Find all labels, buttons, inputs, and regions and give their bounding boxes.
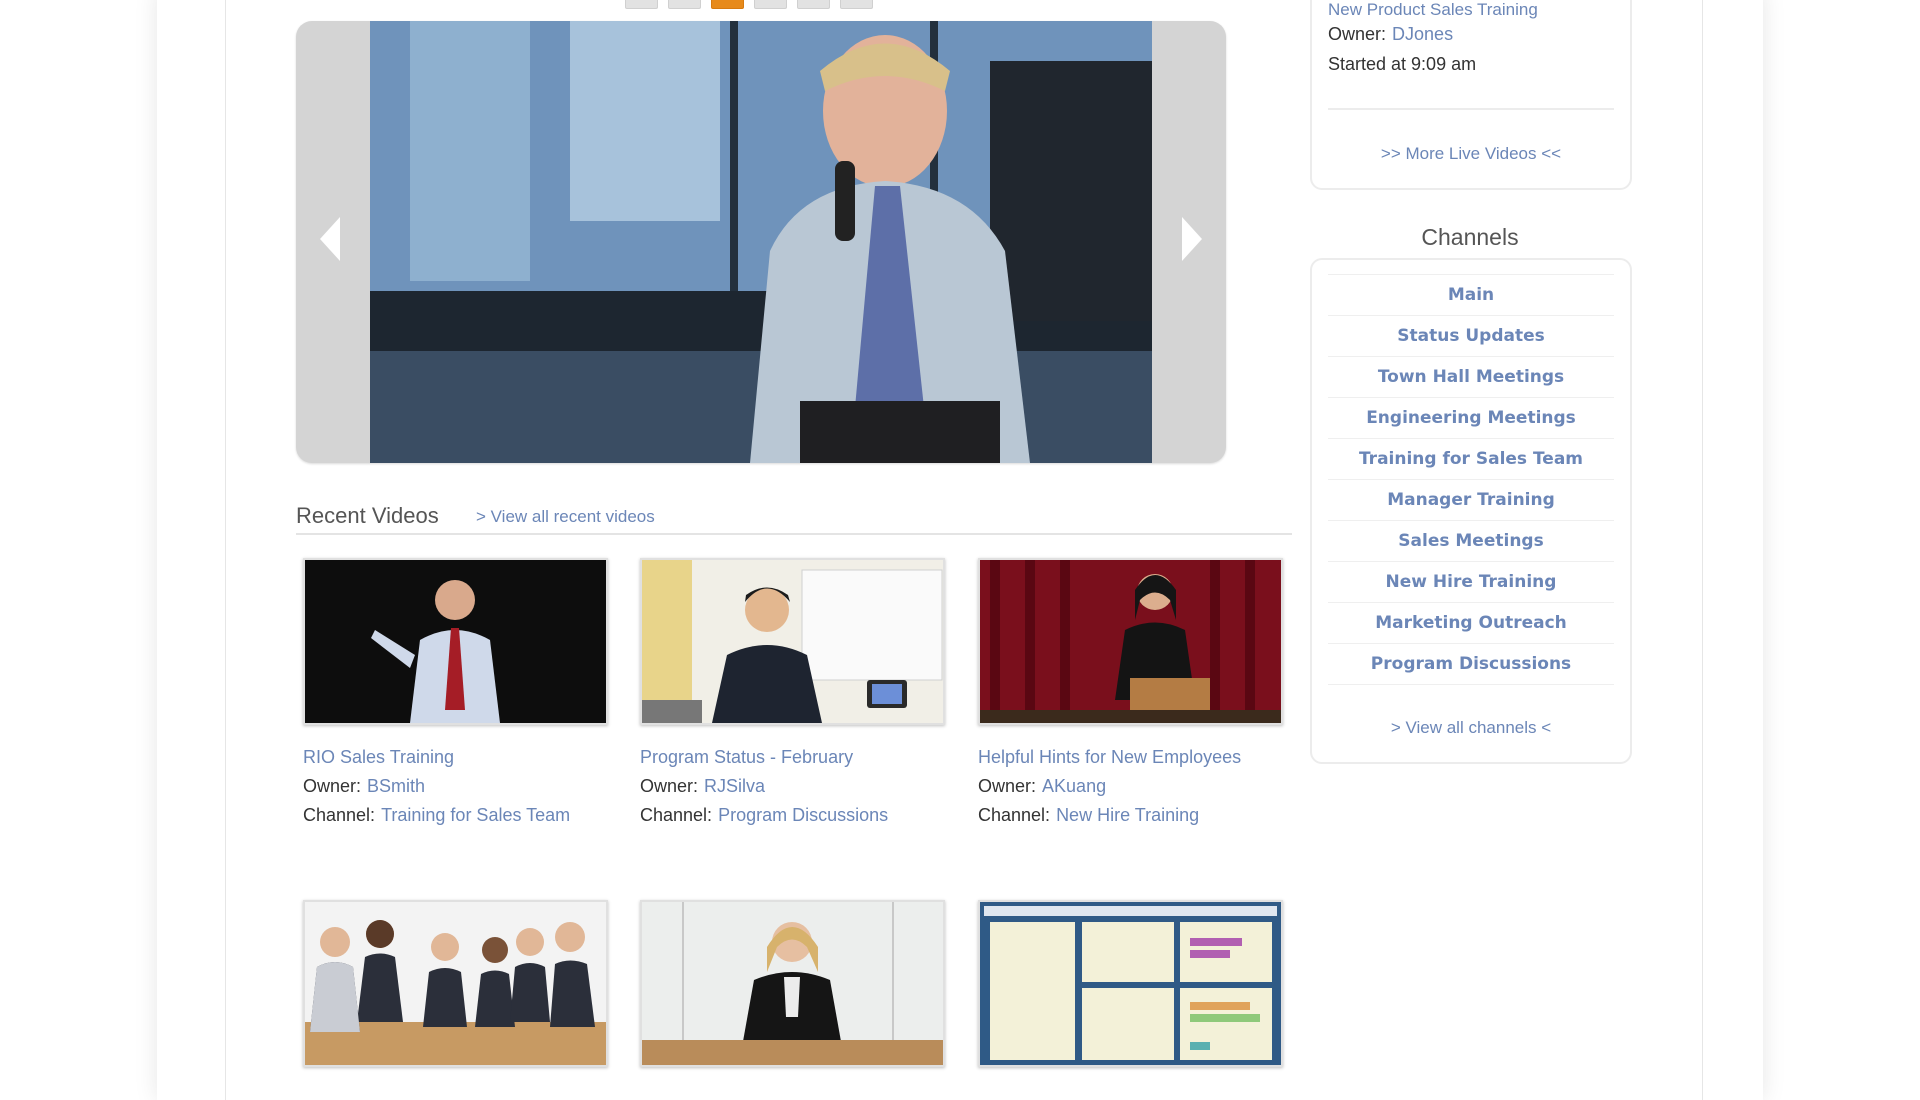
video-thumbnail[interactable] xyxy=(978,558,1283,725)
live-video-title-link[interactable]: New Product Sales Training xyxy=(1328,0,1538,20)
channel-item-manager-training[interactable]: Manager Training xyxy=(1328,479,1614,520)
channel-item-new-hire-training[interactable]: New Hire Training xyxy=(1328,561,1614,602)
video-thumbnail[interactable] xyxy=(303,558,608,725)
video-title-link[interactable]: Helpful Hints for New Employees xyxy=(978,747,1283,768)
presenter-photo xyxy=(980,560,1281,723)
channel-item-engineering-meetings[interactable]: Engineering Meetings xyxy=(1328,397,1614,438)
more-live-videos-link[interactable]: >> More Live Videos << xyxy=(1312,144,1630,164)
video-card xyxy=(640,900,945,1067)
carousel-dot-active[interactable] xyxy=(711,0,744,9)
recent-videos-header: Recent Videos > View all recent videos xyxy=(296,503,1292,535)
live-video-owner: Owner: DJones xyxy=(1328,24,1453,45)
video-thumbnail[interactable] xyxy=(640,900,945,1067)
prev-arrow-icon[interactable] xyxy=(320,217,340,261)
presenter-photo xyxy=(642,560,943,723)
owner-label: Owner: xyxy=(978,776,1037,796)
video-owner: Owner: BSmith xyxy=(303,776,608,797)
view-all-recent-link[interactable]: > View all recent videos xyxy=(476,507,655,527)
video-owner: Owner: AKuang xyxy=(978,776,1283,797)
owner-link[interactable]: AKuang xyxy=(1042,776,1106,796)
view-all-channels-link[interactable]: > View all channels < xyxy=(1312,718,1630,738)
channel-label: Channel: xyxy=(978,805,1051,825)
channels-panel: Main Status Updates Town Hall Meetings E… xyxy=(1310,258,1632,764)
channel-label: Channel: xyxy=(640,805,713,825)
presenter-photo xyxy=(642,902,943,1065)
live-video-start-time: Started at 9:09 am xyxy=(1328,54,1477,74)
video-title-link[interactable]: RIO Sales Training xyxy=(303,747,608,768)
owner-link[interactable]: DJones xyxy=(1392,24,1453,44)
channel-item-marketing-outreach[interactable]: Marketing Outreach xyxy=(1328,602,1614,643)
channel-item-program-discussions[interactable]: Program Discussions xyxy=(1328,643,1614,685)
carousel-dot[interactable] xyxy=(754,0,787,9)
video-thumbnail[interactable] xyxy=(978,900,1283,1067)
channel-link[interactable]: Program Discussions xyxy=(718,805,888,825)
video-owner: Owner: RJSilva xyxy=(640,776,945,797)
video-card: Helpful Hints for New Employees Owner: AK… xyxy=(978,558,1283,826)
channel-item-main[interactable]: Main xyxy=(1328,274,1614,315)
carousel-dot[interactable] xyxy=(625,0,658,9)
video-card: Program Status - February Owner: RJSilva … xyxy=(640,558,945,826)
owner-label: Owner: xyxy=(1328,24,1387,44)
video-card xyxy=(978,900,1283,1067)
video-card: RIO Sales Training Owner: BSmith Channel:… xyxy=(303,558,608,826)
video-title-link[interactable]: Program Status - February xyxy=(640,747,945,768)
video-channel: Channel: New Hire Training xyxy=(978,805,1283,826)
video-channel: Channel: Program Discussions xyxy=(640,805,945,826)
recent-videos-title: Recent Videos xyxy=(296,503,439,528)
video-card xyxy=(303,900,608,1067)
carousel-dot[interactable] xyxy=(840,0,873,9)
carousel-dot[interactable] xyxy=(797,0,830,9)
video-channel: Channel: Training for Sales Team xyxy=(303,805,608,826)
carousel-indicators xyxy=(625,0,873,9)
owner-link[interactable]: RJSilva xyxy=(704,776,765,796)
meeting-photo xyxy=(305,902,606,1065)
featured-video-image[interactable] xyxy=(370,21,1152,463)
channel-label: Channel: xyxy=(303,805,376,825)
channel-item-sales-meetings[interactable]: Sales Meetings xyxy=(1328,520,1614,561)
live-videos-panel: New Product Sales Training Owner: DJones … xyxy=(1310,0,1632,190)
channel-link[interactable]: New Hire Training xyxy=(1056,805,1199,825)
channel-item-town-hall-meetings[interactable]: Town Hall Meetings xyxy=(1328,356,1614,397)
featured-carousel xyxy=(296,21,1226,463)
channel-item-status-updates[interactable]: Status Updates xyxy=(1328,315,1614,356)
presenter-photo xyxy=(305,560,606,723)
channel-list: Main Status Updates Town Hall Meetings E… xyxy=(1328,274,1614,685)
speaker-photo xyxy=(370,21,1152,463)
channel-item-training-for-sales-team[interactable]: Training for Sales Team xyxy=(1328,438,1614,479)
video-thumbnail[interactable] xyxy=(303,900,608,1067)
owner-link[interactable]: BSmith xyxy=(367,776,425,796)
divider xyxy=(1328,108,1614,110)
carousel-dot[interactable] xyxy=(668,0,701,9)
next-arrow-icon[interactable] xyxy=(1182,217,1202,261)
channels-heading: Channels xyxy=(1421,224,1519,250)
owner-label: Owner: xyxy=(640,776,699,796)
owner-label: Owner: xyxy=(303,776,362,796)
channel-link[interactable]: Training for Sales Team xyxy=(381,805,570,825)
dashboard-screenshot xyxy=(980,902,1281,1065)
video-thumbnail[interactable] xyxy=(640,558,945,725)
